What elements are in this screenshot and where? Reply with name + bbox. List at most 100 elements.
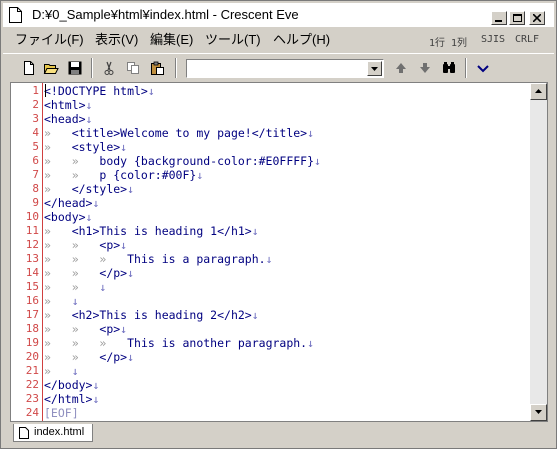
line-number: 15	[25, 280, 39, 293]
vertical-scrollbar[interactable]	[530, 83, 547, 421]
search-dropdown-button[interactable]	[367, 61, 382, 76]
search-input[interactable]	[189, 61, 359, 75]
text-caret	[45, 84, 46, 97]
menu-file[interactable]: ファイル(F)	[15, 32, 84, 48]
document-tab[interactable]: index.html	[13, 424, 93, 442]
code-text: </p>	[99, 350, 128, 364]
line-number: 19	[25, 336, 39, 349]
code-line[interactable]: » » ↓	[44, 280, 106, 294]
paste-icon	[151, 61, 164, 75]
copy-icon	[127, 62, 139, 74]
code-line[interactable]: » </style>↓	[44, 182, 134, 196]
code-line[interactable]: » <h2>This is heading 2</h2>↓	[44, 308, 259, 322]
menu-help[interactable]: ヘルプ(H)	[273, 32, 330, 48]
code-line[interactable]: <html>↓	[44, 98, 92, 112]
arrow-down-icon	[535, 410, 542, 414]
code-line[interactable]: » » » This is another paragraph.↓	[44, 336, 314, 350]
arrow-up-icon	[535, 89, 542, 93]
menu-view[interactable]: 表示(V)	[95, 32, 138, 48]
code-line[interactable]: » » <p>↓	[44, 238, 127, 252]
tab-marker: » »	[44, 350, 100, 364]
scroll-down-button[interactable]	[530, 404, 547, 421]
chevron-down-icon	[477, 65, 489, 73]
paste-button[interactable]	[147, 58, 167, 78]
code-text: <p>	[99, 238, 121, 252]
code-line[interactable]: » » p {color:#00F}↓	[44, 168, 203, 182]
code-line[interactable]: [EOF]	[44, 406, 79, 420]
code-line[interactable]: » ↓	[44, 294, 79, 308]
code-text: <head>	[44, 112, 86, 126]
find-button[interactable]	[439, 58, 459, 78]
menu-edit[interactable]: 編集(E)	[150, 32, 193, 48]
code-line[interactable]: » » </p>↓	[44, 266, 134, 280]
arrow-up-icon	[396, 63, 406, 73]
eof-marker: [EOF]	[44, 406, 79, 420]
eol-marker: ↓	[307, 126, 315, 140]
menu-tools[interactable]: ツール(T)	[205, 32, 261, 48]
eol-marker: ↓	[127, 350, 135, 364]
code-line[interactable]: » » body {background-color:#E0FFFF}↓	[44, 154, 321, 168]
new-file-icon	[24, 61, 34, 75]
app-window: D:¥0_Sample¥html¥index.html - Crescent E…	[0, 0, 557, 449]
search-down-button[interactable]	[415, 58, 435, 78]
cut-button[interactable]	[99, 58, 119, 78]
line-number: 16	[25, 294, 39, 307]
tab-marker: »	[44, 224, 72, 238]
open-file-button[interactable]	[41, 58, 61, 78]
code-line[interactable]: » <title>Welcome to my page!</title>↓	[44, 126, 314, 140]
line-number: 3	[32, 112, 39, 125]
tab-marker: »	[44, 126, 72, 140]
search-up-button[interactable]	[391, 58, 411, 78]
line-number: 17	[25, 308, 39, 321]
code-line[interactable]: » » </p>↓	[44, 350, 134, 364]
code-line[interactable]: <body>↓	[44, 210, 92, 224]
eol-marker: ↓	[314, 154, 321, 168]
copy-button[interactable]	[123, 58, 143, 78]
line-number: 9	[32, 196, 39, 209]
code-line[interactable]: » <style>↓	[44, 140, 127, 154]
code-editor[interactable]: 1 2 3 4 5 6 7 8 9 10 11 12 13 14 15 16 17 18 19 20 21 22 23 24 …	[10, 82, 548, 422]
title-bar[interactable]: D:¥0_Sample¥html¥index.html - Crescent E…	[3, 3, 554, 27]
code-text: </style>	[71, 182, 128, 196]
eol-marker: ↓	[92, 392, 100, 406]
eol-marker: ↓	[92, 378, 100, 392]
minimize-button[interactable]	[491, 11, 507, 25]
code-line[interactable]: » ↓	[44, 364, 79, 378]
code-line[interactable]: </head>↓	[44, 196, 99, 210]
line-number: 1	[32, 84, 39, 97]
code-line[interactable]: » <h1>This is heading 1</h1>↓	[44, 224, 259, 238]
close-button[interactable]	[529, 11, 545, 25]
line-number: 20	[25, 350, 39, 363]
code-area[interactable]: <!DOCTYPE html>↓ <html>↓ <head>↓» <title>W…	[44, 83, 529, 421]
document-icon	[9, 7, 22, 23]
cut-icon	[104, 61, 114, 75]
search-combo[interactable]	[186, 59, 384, 78]
code-line[interactable]: » » » This is a paragraph.↓	[44, 252, 273, 266]
toolbar-dropdown-button[interactable]	[473, 58, 493, 78]
toolbar-separator	[91, 58, 93, 78]
tab-marker: »	[44, 364, 72, 378]
code-text: <body>	[44, 210, 86, 224]
code-line[interactable]: <head>↓	[44, 112, 92, 126]
document-icon	[19, 427, 29, 439]
code-line[interactable]: » » <p>↓	[44, 322, 127, 336]
code-line[interactable]: <!DOCTYPE html>↓	[44, 84, 155, 98]
code-text: </body>	[44, 378, 93, 392]
maximize-button[interactable]	[509, 11, 525, 25]
eol-marker: ↓	[251, 224, 259, 238]
eol-marker: ↓	[127, 266, 135, 280]
line-number: 10	[25, 210, 39, 223]
line-number: 14	[25, 266, 39, 279]
code-line[interactable]: </body>↓	[44, 378, 99, 392]
chevron-down-icon	[371, 67, 378, 71]
code-text: <h2>This is heading 2</h2>	[71, 308, 252, 322]
toolbar	[3, 53, 554, 82]
close-icon	[533, 14, 541, 22]
tab-marker: »	[44, 140, 72, 154]
scroll-up-button[interactable]	[530, 83, 547, 100]
new-file-button[interactable]	[19, 58, 39, 78]
line-number: 8	[32, 182, 39, 195]
tab-marker: » »	[44, 154, 100, 168]
code-line[interactable]: </html>↓	[44, 392, 99, 406]
save-button[interactable]	[65, 58, 85, 78]
